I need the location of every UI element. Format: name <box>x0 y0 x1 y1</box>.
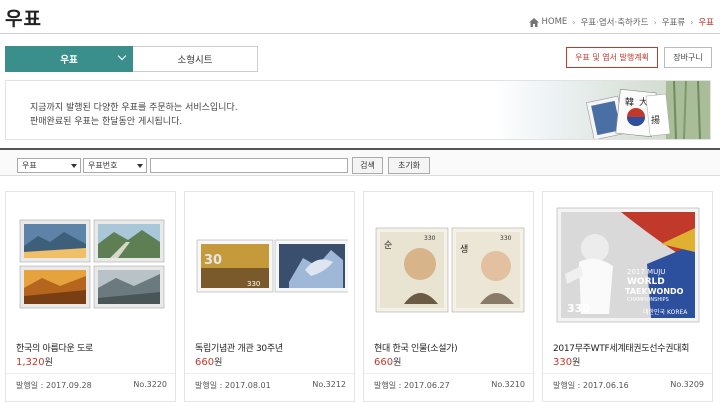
svg-text:생: 생 <box>460 244 468 255</box>
breadcrumb-current: 우표 <box>698 18 714 28</box>
breadcrumb: HOME › 우표·엽서·축하카드 › 우표류 › 우표 <box>528 16 714 28</box>
cart-button[interactable]: 장바구니 <box>664 47 712 68</box>
home-icon[interactable] <box>528 17 539 27</box>
product-grid: 한국의 아름다운 도로 1,320원 발행일 : 2017.09.28 No.3… <box>5 191 715 402</box>
product-name[interactable]: 2017무주WTF세계태권도선수권대회 <box>553 341 689 354</box>
tab-souvenir-sheets-label: 소형시트 <box>177 55 213 66</box>
stamp-value-text: 330 <box>500 235 512 242</box>
chevron-down-icon <box>117 51 127 61</box>
product-price: 660원 <box>374 355 401 368</box>
price-unit: 원 <box>214 358 223 368</box>
product-name[interactable]: 독립기념관 개관 30주년 <box>195 341 283 354</box>
dropdown-arrow-icon <box>137 164 143 168</box>
notice-line-2: 판매완료된 우표는 한달동안 게시됩니다. <box>30 117 183 127</box>
search-button[interactable]: 검색 <box>352 157 383 174</box>
search-bar: 우표 우표번호 검색 초기화 <box>0 148 720 176</box>
product-card[interactable]: 2017 MUJU WORLD TAEKWONDO CHAMPIONSHIPS … <box>542 191 713 402</box>
product-price: 330원 <box>553 355 580 368</box>
price-value: 660 <box>374 357 394 368</box>
product-price: 660원 <box>195 355 222 368</box>
product-card[interactable]: 순 330 생 330 현대 한국 인물(소설가) 660원 발행일 : 201… <box>363 191 534 402</box>
svg-text:순: 순 <box>384 240 392 251</box>
search-input[interactable] <box>150 158 348 173</box>
page-title: 우표 <box>5 8 42 30</box>
price-value: 330 <box>553 357 573 368</box>
issue-date: 발행일 : 2017.06.16 <box>553 381 629 390</box>
svg-text:韓: 韓 <box>625 97 634 108</box>
stamp-number: No.3209 <box>670 380 704 389</box>
chevron-right-icon: › <box>653 17 657 27</box>
breadcrumb-subcategory[interactable]: 우표류 <box>662 16 685 28</box>
card-divider <box>6 373 175 374</box>
page-header: 우표 HOME › 우표·엽서·축하카드 › 우표류 › 우표 <box>0 0 720 34</box>
price-value: 660 <box>195 357 215 368</box>
tab-stamps[interactable]: 우표 <box>5 46 133 72</box>
product-name[interactable]: 현대 한국 인물(소설가) <box>374 341 458 354</box>
stamp-value-text: 330 <box>247 280 260 288</box>
tab-souvenir-sheets[interactable]: 소형시트 <box>133 46 258 72</box>
price-unit: 원 <box>393 358 402 368</box>
breadcrumb-category[interactable]: 우표·엽서·축하카드 <box>581 16 649 28</box>
product-image-roads[interactable] <box>14 204 169 324</box>
price-unit: 원 <box>44 358 53 368</box>
tab-stamps-label: 우표 <box>60 55 78 66</box>
stamp-event-text: WORLD <box>627 277 665 287</box>
chevron-right-icon: › <box>572 17 576 27</box>
category-select-value: 우표 <box>22 161 37 170</box>
issue-plan-button[interactable]: 우표 및 엽서 발행계획 <box>566 47 658 68</box>
notice-box: 지금까지 발행된 다양한 우표를 주문하는 서비스입니다. 판매완료된 우표는 … <box>5 80 711 140</box>
stamp-value-text: 330 <box>567 302 590 315</box>
product-name[interactable]: 한국의 아름다운 도로 <box>16 341 93 354</box>
issue-date: 발행일 : 2017.06.27 <box>374 381 450 390</box>
card-divider <box>185 373 354 374</box>
notice-line-1: 지금까지 발행된 다양한 우표를 주문하는 서비스입니다. <box>30 103 238 113</box>
chevron-right-icon: › <box>690 17 694 27</box>
stamp-number: No.3210 <box>491 380 525 389</box>
product-image-taekwondo[interactable]: 2017 MUJU WORLD TAEKWONDO CHAMPIONSHIPS … <box>551 204 706 324</box>
issue-date: 발행일 : 2017.08.01 <box>195 381 271 390</box>
tab-bar: 우표 소형시트 <box>5 46 258 72</box>
price-value: 1,320 <box>16 357 45 368</box>
breadcrumb-home[interactable]: HOME <box>542 17 568 27</box>
stamp-event-text: TAEKWONDO <box>625 287 684 296</box>
product-card[interactable]: 30 330 독립기념관 개관 30주년 660원 발행일 : 2017.08.… <box>184 191 355 402</box>
stamp-number: No.3212 <box>312 380 346 389</box>
dropdown-arrow-icon <box>71 164 77 168</box>
svg-text:揚: 揚 <box>651 114 660 126</box>
product-image-independence-hall[interactable]: 30 330 <box>193 204 348 324</box>
reset-button[interactable]: 초기화 <box>388 157 430 174</box>
product-image-novelists[interactable]: 순 330 생 330 <box>372 204 527 324</box>
stamp-number: No.3220 <box>133 380 167 389</box>
stamp-country-text: 대한민국 KOREA <box>643 308 688 316</box>
card-divider <box>364 373 533 374</box>
search-field-select[interactable]: 우표번호 <box>83 158 147 173</box>
stamp-value-text: 330 <box>424 235 436 242</box>
price-unit: 원 <box>572 358 581 368</box>
search-field-select-value: 우표번호 <box>88 161 118 170</box>
product-price: 1,320원 <box>16 355 53 368</box>
product-card[interactable]: 한국의 아름다운 도로 1,320원 발행일 : 2017.09.28 No.3… <box>5 191 176 402</box>
stamp-banner-image: 韓 大 揚 <box>494 81 710 139</box>
category-select[interactable]: 우표 <box>17 158 81 173</box>
stamp-30-text: 30 <box>204 253 222 268</box>
stamp-event-text: CHAMPIONSHIPS <box>627 297 669 303</box>
stamp-event-text: 2017 MUJU <box>627 268 665 276</box>
issue-date: 발행일 : 2017.09.28 <box>16 381 92 390</box>
card-divider <box>543 373 712 374</box>
